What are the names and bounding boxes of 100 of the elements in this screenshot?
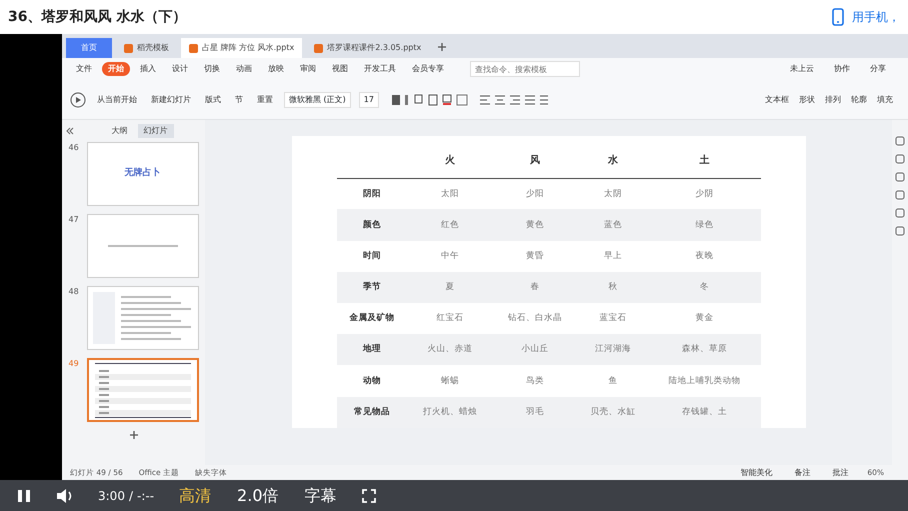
column-header: 土 xyxy=(648,144,760,178)
slide-title: 无牌占卜 xyxy=(124,167,160,180)
menu-tab[interactable]: 开发工具 xyxy=(358,62,402,76)
table-cell-text: 鱼 xyxy=(607,374,618,388)
row-header: 金属及矿物 xyxy=(336,303,408,334)
ribbon-button[interactable]: 从当前开始 xyxy=(94,94,140,106)
table-cell: 打火机、蜡烛 xyxy=(408,396,492,428)
menu-tab[interactable]: 会员专享 xyxy=(406,62,450,76)
table-cell: 夏 xyxy=(408,272,492,304)
volume-icon[interactable] xyxy=(56,488,74,504)
table-cell: 红宝石 xyxy=(408,303,492,334)
table-cell: 少阴 xyxy=(648,178,760,210)
table-cell: 夜晚 xyxy=(648,240,760,272)
panel-tab[interactable]: 大纲 xyxy=(106,124,134,138)
ribbon-button[interactable]: 排列 xyxy=(822,94,844,106)
menu-tab[interactable]: 放映 xyxy=(262,62,290,76)
ribbon-button[interactable]: 节 xyxy=(232,94,246,106)
column-header: 火 xyxy=(408,144,492,178)
document-tab[interactable]: 稻壳模板 xyxy=(116,38,177,58)
toolbar-button[interactable]: 未上云 xyxy=(784,62,820,76)
ribbon-button[interactable]: 版式 xyxy=(202,94,224,106)
menu-tab[interactable]: 插入 xyxy=(134,62,162,76)
table-cell: 中午 xyxy=(408,240,492,272)
status-button[interactable]: 备注 xyxy=(791,466,814,478)
file-icon xyxy=(189,44,198,52)
phone-icon xyxy=(832,8,844,26)
table-cell: 贝壳、水缸 xyxy=(577,396,648,428)
menu-tab[interactable]: 文件 xyxy=(70,62,98,76)
file-icon xyxy=(124,44,133,52)
menu-tab[interactable]: 视图 xyxy=(326,62,354,76)
menu-tab[interactable]: 切换 xyxy=(198,62,226,76)
quality-button[interactable]: 高清 xyxy=(178,482,212,508)
ribbon-button[interactable]: 轮廓 xyxy=(848,94,870,106)
table-cell: 火山、赤道 xyxy=(408,334,492,366)
table-cell: 钻石、白水晶 xyxy=(492,303,578,334)
collapse-icon[interactable] xyxy=(66,127,74,135)
document-tab[interactable]: 占星 牌阵 方位 风水.pptx xyxy=(181,38,302,58)
align-icons-drawing xyxy=(478,94,549,106)
slide-number: 46 xyxy=(68,142,80,154)
phone-link[interactable]: 用手机， xyxy=(852,8,900,26)
row-header: 季节 xyxy=(336,272,408,304)
table-cell: 少阳 xyxy=(492,178,578,210)
table-cell-text: 蜥蜴 xyxy=(440,374,460,388)
add-slide-icon[interactable] xyxy=(128,430,138,440)
menu-tab[interactable]: 设计 xyxy=(166,62,194,76)
file-icon xyxy=(314,44,324,52)
document-tab[interactable]: 首页 xyxy=(66,38,112,58)
play-icon[interactable] xyxy=(70,92,86,108)
table-cell: 存钱罐、土 xyxy=(648,396,760,428)
slide-thumbnail[interactable] xyxy=(86,214,198,278)
table-cell: 早上 xyxy=(577,240,648,272)
toolbar-button[interactable]: 协作 xyxy=(828,62,856,76)
subtitles-button[interactable]: 字幕 xyxy=(304,482,338,508)
status-button[interactable]: 批注 xyxy=(829,466,852,478)
fullscreen-icon[interactable] xyxy=(362,488,376,502)
ribbon-button[interactable]: 形状 xyxy=(796,94,818,106)
menu-tab[interactable]: 审阅 xyxy=(294,62,322,76)
column-header: 风 xyxy=(492,144,578,178)
font-size-select[interactable]: 17 xyxy=(358,92,379,108)
plus-icon[interactable] xyxy=(437,42,448,52)
duration: -:-- xyxy=(137,488,154,504)
current-time: 3:00 xyxy=(98,488,125,504)
column-header: 水 xyxy=(577,144,648,178)
table-cell: 黄色 xyxy=(492,209,578,241)
slide-number: 49 xyxy=(68,358,80,370)
menu-tab[interactable]: 动画 xyxy=(230,62,258,76)
ribbon-button[interactable]: 新建幻灯片 xyxy=(148,94,194,106)
table-cell: 蓝色 xyxy=(577,209,648,241)
font-select[interactable]: 微软雅黑 (正文) xyxy=(284,92,351,108)
table-cell: 黄金 xyxy=(648,303,760,334)
row-header: 阴阳 xyxy=(336,178,408,210)
table-cell: 羽毛 xyxy=(492,396,578,428)
toolbar-button[interactable]: 分享 xyxy=(864,62,892,76)
row-header: 地理 xyxy=(336,334,408,366)
table-cell: 蓝宝石 xyxy=(577,303,648,334)
table-cell: 太阳 xyxy=(408,178,492,210)
table-cell-text: 陆地上哺乳类动物 xyxy=(667,374,742,388)
table-cell: 太阴 xyxy=(577,178,648,210)
table-cell: 小山丘 xyxy=(492,334,578,366)
table-cell: 秋 xyxy=(577,272,648,304)
time-separator: / xyxy=(128,488,133,504)
table-cell: 绿色 xyxy=(648,209,760,241)
document-tab[interactable]: 塔罗课程课件2.3.05.pptx xyxy=(306,38,430,58)
status-button[interactable]: 智能美化 xyxy=(737,466,776,478)
panel-tab[interactable]: 幻灯片 xyxy=(138,124,174,138)
slide-number: 47 xyxy=(68,214,80,226)
ribbon-button[interactable]: 文本框 xyxy=(762,94,792,106)
speed-button[interactable]: 2.0倍 xyxy=(236,482,280,508)
pause-icon[interactable] xyxy=(16,488,32,504)
table-cell: 红色 xyxy=(408,209,492,241)
table-cell-text: 鸟类 xyxy=(524,374,545,388)
search-field[interactable]: 查找命令、搜索模板 xyxy=(470,61,580,77)
ribbon-button[interactable]: 填充 xyxy=(874,94,896,106)
row-header: 常见物品 xyxy=(336,396,408,428)
slide-number: 48 xyxy=(68,286,80,298)
ribbon-button[interactable]: 重置 xyxy=(254,94,276,106)
table-cell: 黄昏 xyxy=(492,240,578,272)
table-cell: 江河湖海 xyxy=(577,334,648,366)
slide-thumbnail[interactable]: 无牌占卜 xyxy=(86,142,198,206)
row-header: 动物 xyxy=(362,374,382,388)
